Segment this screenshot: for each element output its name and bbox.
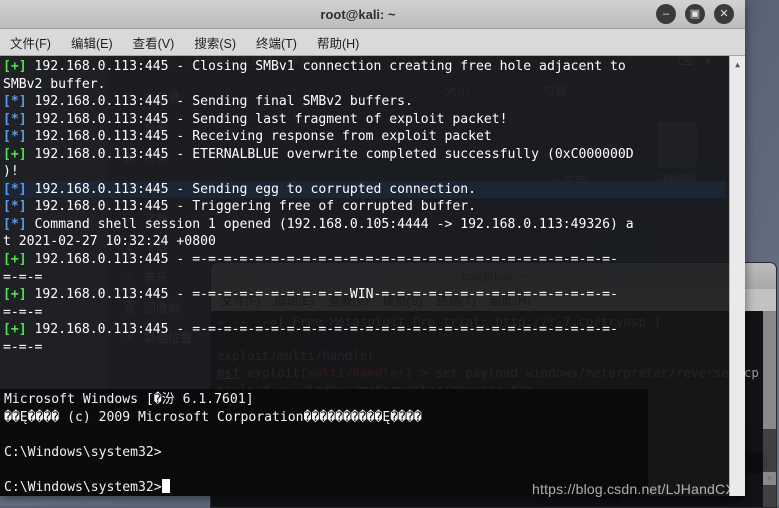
menu-file[interactable]: 文件(F): [10, 33, 51, 52]
menu-terminal[interactable]: 终端(T): [256, 33, 297, 52]
cmd-prompt: C:\Windows\system32>: [4, 444, 162, 460]
text-cursor: [161, 478, 170, 493]
terminal-line: =-=-=: [3, 269, 43, 285]
status-badge: [+]: [3, 59, 27, 74]
terminal-output[interactable]: [+] 192.168.0.113:445 - Closing SMBv1 co…: [0, 56, 729, 496]
terminal-line: Command shell session 1 opened (192.168.…: [26, 216, 634, 232]
status-badge: [*]: [3, 111, 27, 127]
terminal-line: t 2021-02-27 10:32:24 +0800: [3, 234, 216, 250]
scroll-up-arrow-icon[interactable]: ▲: [730, 56, 745, 72]
maximize-button[interactable]: ▣: [685, 4, 705, 24]
cmd-line: ��Ę���� (c) 2009 Microsoft Corporation��…: [4, 409, 422, 425]
terminal-line: 192.168.0.113:445 - Sending final SMBv2 …: [26, 94, 413, 110]
background-terminal-scrollbar[interactable]: ▼: [763, 311, 776, 507]
terminal-line: 192.168.0.113:445 - Closing SMBv1 connec…: [26, 59, 626, 74]
status-badge: [+]: [3, 322, 27, 338]
watermark: https://blog.csdn.net/LJHandCXY: [532, 481, 745, 497]
terminal-line: 192.168.0.113:445 - Triggering free of c…: [26, 199, 476, 215]
terminal-line: 192.168.0.113:445 - Sending last fragmen…: [26, 111, 508, 127]
windows-command-shell-output[interactable]: Microsoft Windows [�汾 6.1.7601] ��Ę���� …: [0, 389, 648, 496]
terminal-body: [+] 192.168.0.113:445 - Closing SMBv1 co…: [0, 56, 745, 496]
terminal-line: =-=-=: [3, 304, 43, 320]
menu-bar: 文件(F) 编辑(E) 查看(V) 搜索(S) 终端(T) 帮助(H): [0, 29, 745, 56]
terminal-line: 192.168.0.113:445 - =-=-=-=-=-=-=-=-=-=-…: [26, 322, 618, 338]
menu-view[interactable]: 查看(V): [133, 33, 175, 52]
menu-search[interactable]: 搜索(S): [194, 33, 236, 52]
menu-help[interactable]: 帮助(H): [317, 33, 359, 52]
status-badge: [*]: [3, 129, 27, 145]
scroll-down-arrow-icon[interactable]: ▼: [763, 472, 776, 485]
terminal-scrollbar[interactable]: ▲: [729, 56, 745, 496]
window-controls: – ▣ ✕: [656, 4, 745, 24]
cmd-line: Microsoft Windows [�汾 6.1.7601]: [4, 392, 254, 407]
status-badge: [+]: [3, 287, 27, 303]
status-badge: [*]: [3, 94, 27, 110]
title-bar[interactable]: root@kali: ~ – ▣ ✕: [0, 0, 745, 29]
terminal-line: 192.168.0.113:445 - Receiving response f…: [26, 129, 492, 145]
status-badge: [*]: [3, 216, 27, 232]
close-button[interactable]: ✕: [714, 4, 734, 24]
terminal-line: SMBv2 buffer.: [3, 76, 106, 92]
status-badge: [+]: [3, 252, 27, 268]
scrollbar-thumb[interactable]: [763, 311, 776, 429]
status-badge: [*]: [3, 199, 27, 215]
terminal-window[interactable]: root@kali: ~ – ▣ ✕ 文件(F) 编辑(E) 查看(V) 搜索(…: [0, 0, 745, 496]
terminal-line: 192.168.0.113:445 - Sending egg to corru…: [26, 181, 476, 197]
terminal-line: 192.168.0.113:445 - =-=-=-=-=-=-=-=-=-=-…: [26, 252, 618, 268]
status-badge: [+]: [3, 146, 27, 162]
terminal-line: )!: [3, 164, 19, 180]
status-badge: [*]: [3, 181, 27, 197]
menu-edit[interactable]: 编辑(E): [71, 33, 113, 52]
terminal-line: =-=-=: [3, 339, 43, 355]
window-title: root@kali: ~: [320, 6, 396, 22]
cmd-prompt: C:\Windows\system32>: [4, 479, 162, 495]
terminal-line: 192.168.0.113:445 - =-=-=-=-=-=-=-=-=-=-…: [26, 287, 618, 303]
terminal-line: 192.168.0.113:445 - ETERNALBLUE overwrit…: [26, 146, 634, 162]
minimize-button[interactable]: –: [656, 4, 676, 24]
